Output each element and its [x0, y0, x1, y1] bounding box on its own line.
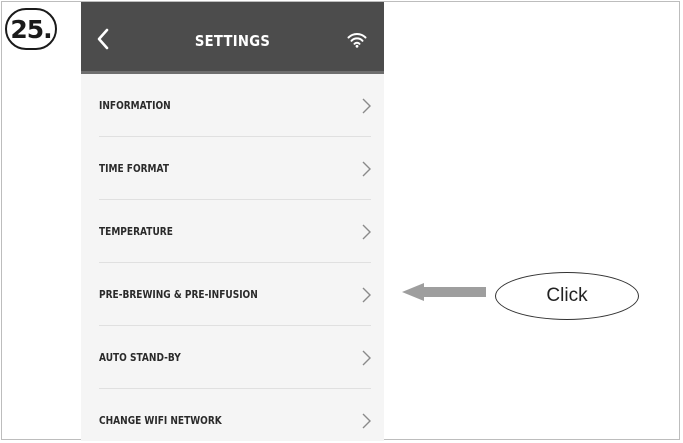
menu-item-label: CHANGE WIFI NETWORK: [99, 413, 222, 427]
settings-menu: INFORMATION TIME FORMAT TEMPERATURE PRE-…: [81, 74, 384, 441]
page-title: SETTINGS: [194, 32, 271, 50]
chevron-right-icon: [362, 161, 371, 177]
click-callout: Click: [495, 272, 639, 320]
menu-item-pre-brewing[interactable]: PRE-BREWING & PRE-INFUSION: [99, 263, 371, 326]
pointer-arrow-icon: [402, 283, 486, 301]
menu-item-temperature[interactable]: TEMPERATURE: [99, 200, 371, 263]
chevron-right-icon: [362, 413, 371, 429]
menu-item-information[interactable]: INFORMATION: [99, 74, 371, 137]
chevron-right-icon: [362, 224, 371, 240]
step-number-badge: 25.: [5, 8, 57, 50]
chevron-right-icon: [362, 287, 371, 303]
menu-item-time-format[interactable]: TIME FORMAT: [99, 137, 371, 200]
menu-item-label: AUTO STAND-BY: [99, 350, 181, 364]
header-bar: SETTINGS: [81, 2, 384, 74]
chevron-right-icon: [362, 98, 371, 114]
chevron-right-icon: [362, 350, 371, 366]
menu-item-label: INFORMATION: [99, 98, 171, 112]
menu-item-label: TIME FORMAT: [99, 161, 169, 175]
settings-screen: SETTINGS INFORMATION TIME FORMAT TEMPERA…: [81, 2, 384, 441]
menu-item-auto-standby[interactable]: AUTO STAND-BY: [99, 326, 371, 389]
menu-item-change-wifi[interactable]: CHANGE WIFI NETWORK: [99, 389, 371, 441]
menu-item-label: TEMPERATURE: [99, 224, 173, 238]
menu-item-label: PRE-BREWING & PRE-INFUSION: [99, 287, 258, 301]
wifi-icon: [347, 33, 367, 48]
